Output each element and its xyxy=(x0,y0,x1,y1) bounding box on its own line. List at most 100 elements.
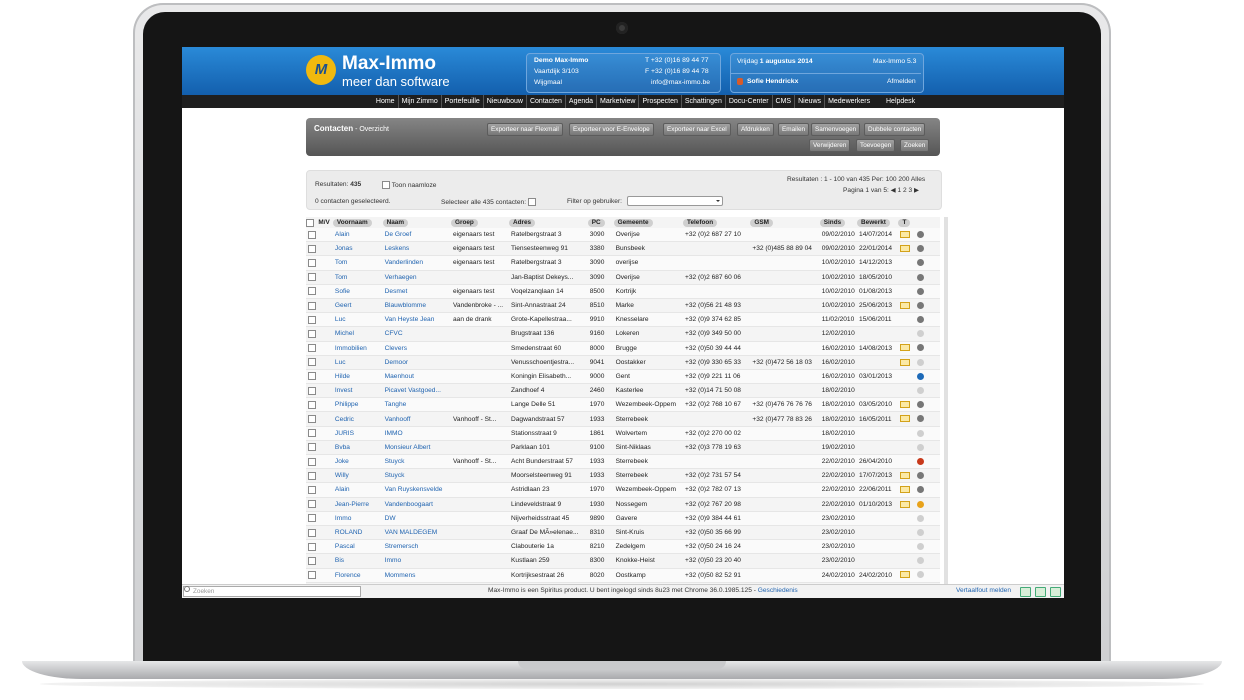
cell-lastname[interactable]: Maenhout xyxy=(382,369,451,385)
row-select-cell[interactable] xyxy=(306,525,319,541)
row-checkbox[interactable] xyxy=(308,372,316,381)
mail-icon[interactable] xyxy=(900,571,911,579)
cell-lastname[interactable]: Vanhooff xyxy=(382,411,451,427)
nav-home[interactable]: Home xyxy=(373,95,398,108)
cell-lastname[interactable]: Immo xyxy=(382,553,451,569)
row-select-cell[interactable] xyxy=(306,397,319,413)
row-select-cell[interactable] xyxy=(306,298,319,314)
cell-lastname[interactable]: Leskens xyxy=(382,241,451,257)
status-icon[interactable] xyxy=(917,230,925,238)
table-row[interactable]: Alain De Groef eigenaars test Ratelbergstra… xyxy=(306,228,940,243)
nav-agenda[interactable]: Agenda xyxy=(564,95,596,108)
row-checkbox[interactable] xyxy=(308,542,316,551)
status-icon[interactable] xyxy=(917,344,925,352)
cell-lastname[interactable]: CFVC xyxy=(382,326,451,342)
show-nameless-checkbox[interactable] xyxy=(382,181,390,189)
duplicates-button[interactable]: Dubbele contacten xyxy=(864,123,926,136)
col-since[interactable]: Sinds xyxy=(819,217,857,228)
row-checkbox[interactable] xyxy=(308,358,316,367)
nav-nieuws[interactable]: Nieuws xyxy=(794,95,824,108)
col-edited[interactable]: Bewerkt xyxy=(857,217,898,228)
table-row[interactable]: Jonas Leskens eigenaars test Tiensesteenweg… xyxy=(306,241,940,257)
row-select-cell[interactable] xyxy=(306,497,319,512)
row-select-cell[interactable] xyxy=(306,454,319,470)
row-checkbox[interactable] xyxy=(308,415,316,424)
mail-icon[interactable] xyxy=(900,344,911,352)
export-e-envelope-button[interactable]: Exporteer voor E-Envelope xyxy=(569,123,654,136)
cell-lastname[interactable]: Stuyck xyxy=(382,454,451,470)
table-row[interactable]: Hilde Maenhout Koningin Elisabeth... 9000 Ge… xyxy=(306,369,940,385)
status-icon[interactable] xyxy=(917,457,925,465)
table-row[interactable]: Michel CFVC Brugstraat 136 9160 Lokeren +32 (… xyxy=(306,326,940,342)
nav-prospecten[interactable]: Prospecten xyxy=(638,95,680,108)
cell-lastname[interactable]: Mommens xyxy=(382,568,451,583)
cell-firstname[interactable]: Sofie xyxy=(332,284,383,299)
table-row[interactable]: Alain Van Ruyskensvelde Astridlaan 23 1970 W… xyxy=(306,482,940,498)
cell-firstname[interactable]: Immo xyxy=(332,511,383,526)
status-icon[interactable] xyxy=(917,557,925,565)
status-icon[interactable] xyxy=(917,372,925,380)
row-checkbox[interactable] xyxy=(308,315,316,324)
logout-link[interactable]: Afmelden xyxy=(887,78,916,85)
nav-mijn-zimmo[interactable]: Mijn Zimmo xyxy=(397,95,441,108)
header-checkbox[interactable] xyxy=(306,218,314,227)
row-select-cell[interactable] xyxy=(306,341,319,356)
table-row[interactable]: Philippe Tanghe Lange Delle 51 1970 Wezembee… xyxy=(306,397,940,413)
logo-icon[interactable]: M xyxy=(306,55,336,85)
print-button[interactable]: Afdrukken xyxy=(737,123,774,136)
table-row[interactable]: Luc Demoor Venusschoentjestra... 9041 Oostak… xyxy=(306,355,940,370)
row-checkbox[interactable] xyxy=(308,329,316,338)
cell-lastname[interactable]: DW xyxy=(382,511,451,526)
row-select-cell[interactable] xyxy=(306,312,319,328)
status-icon[interactable] xyxy=(917,401,925,409)
cell-firstname[interactable]: Luc xyxy=(332,312,383,328)
row-checkbox[interactable] xyxy=(308,457,316,466)
nav-portefeuille[interactable]: Portefeuille xyxy=(440,95,483,108)
table-row[interactable]: Immobilien Clevers Smedenstraat 60 8000 Brug… xyxy=(306,341,940,356)
cell-firstname[interactable]: Hilde xyxy=(332,369,383,385)
mail-icon[interactable] xyxy=(900,472,911,480)
status-icon[interactable] xyxy=(917,486,925,494)
history-link[interactable]: Geschiedenis xyxy=(758,587,798,594)
settings-icon[interactable] xyxy=(1050,587,1061,597)
add-contact-icon[interactable] xyxy=(1020,587,1031,597)
status-icon[interactable] xyxy=(917,472,925,480)
cell-lastname[interactable]: Vandenboogaart xyxy=(382,497,451,512)
mail-icon[interactable] xyxy=(900,230,911,238)
col-group[interactable]: Groep xyxy=(451,217,509,228)
mail-icon[interactable] xyxy=(900,245,911,253)
col-lastname[interactable]: Naam xyxy=(382,217,451,228)
cell-firstname[interactable]: Philippe xyxy=(332,397,383,413)
mail-icon[interactable] xyxy=(900,415,911,423)
nav-schattingen[interactable]: Schattingen xyxy=(680,95,725,108)
nav-nieuwbouw[interactable]: Nieuwbouw xyxy=(482,95,526,108)
row-checkbox[interactable] xyxy=(308,386,316,395)
table-row[interactable]: Luc Van Heyste Jean aan de drank Grote-Kape… xyxy=(306,312,940,328)
row-checkbox[interactable] xyxy=(308,471,316,480)
col-mobile[interactable]: GSM xyxy=(750,217,819,228)
status-icon[interactable] xyxy=(917,571,925,579)
table-row[interactable]: Geert Blauwblomme Vandenbroke - ... Sint-An… xyxy=(306,298,940,314)
cell-lastname[interactable]: Picavet Vastgoed... xyxy=(382,383,451,399)
row-checkbox[interactable] xyxy=(308,485,316,494)
row-checkbox[interactable] xyxy=(308,344,316,353)
delete-button[interactable]: Verwijderen xyxy=(809,139,851,152)
row-checkbox[interactable] xyxy=(308,429,316,438)
row-select-cell[interactable] xyxy=(306,228,319,243)
show-nameless-option[interactable]: Toon naamloze xyxy=(382,181,436,189)
cell-firstname[interactable]: Tom xyxy=(332,270,383,285)
cell-lastname[interactable]: Stremersch xyxy=(382,539,451,555)
status-icon[interactable] xyxy=(917,273,925,281)
status-icon[interactable] xyxy=(917,259,925,267)
mail-icon[interactable] xyxy=(900,301,911,309)
cell-firstname[interactable]: JURIS xyxy=(332,426,383,441)
cell-lastname[interactable]: Stuyck xyxy=(382,468,451,484)
table-row[interactable]: JURIS IMMO Stationsstraat 9 1861 Wolvertem +3… xyxy=(306,426,940,441)
cell-lastname[interactable]: VAN MALDEGEM xyxy=(382,525,451,541)
export-flexmail-button[interactable]: Exporteer naar Flexmail xyxy=(487,123,563,136)
cell-lastname[interactable]: Demoor xyxy=(382,355,451,370)
row-checkbox[interactable] xyxy=(308,500,316,509)
cell-lastname[interactable]: Blauwblomme xyxy=(382,298,451,314)
filter-user-select[interactable] xyxy=(627,196,723,206)
table-row[interactable]: Florence Mommens Kortrijksestraat 26 8020 Oo… xyxy=(306,568,940,583)
